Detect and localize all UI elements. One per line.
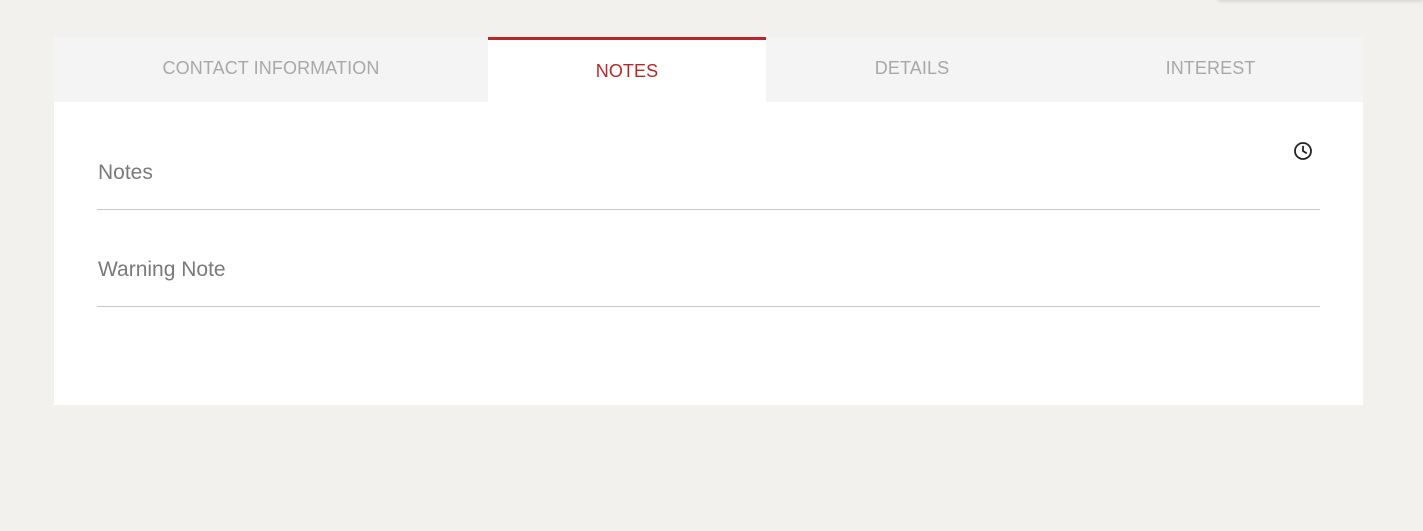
tab-label: INTEREST [1165, 58, 1256, 78]
tab-details[interactable]: DETAILS [766, 37, 1058, 102]
notes-card: CONTACT INFORMATION NOTES DETAILS INTERE… [54, 37, 1363, 405]
tab-panel-notes: Notes Warning Note [54, 102, 1363, 307]
tab-notes[interactable]: NOTES [488, 37, 766, 102]
notes-field[interactable]: Notes [97, 102, 1320, 210]
tab-contact-information[interactable]: CONTACT INFORMATION [54, 37, 488, 102]
tab-label: CONTACT INFORMATION [162, 58, 380, 78]
clock-icon[interactable] [1292, 140, 1314, 162]
warning-note-field-label: Warning Note [98, 258, 226, 281]
tab-interest[interactable]: INTEREST [1058, 37, 1363, 102]
tab-label: DETAILS [874, 58, 950, 78]
notes-field-label: Notes [98, 161, 153, 184]
warning-note-field[interactable]: Warning Note [97, 210, 1320, 307]
tab-label: NOTES [595, 60, 659, 81]
tab-bar: CONTACT INFORMATION NOTES DETAILS INTERE… [54, 37, 1363, 102]
